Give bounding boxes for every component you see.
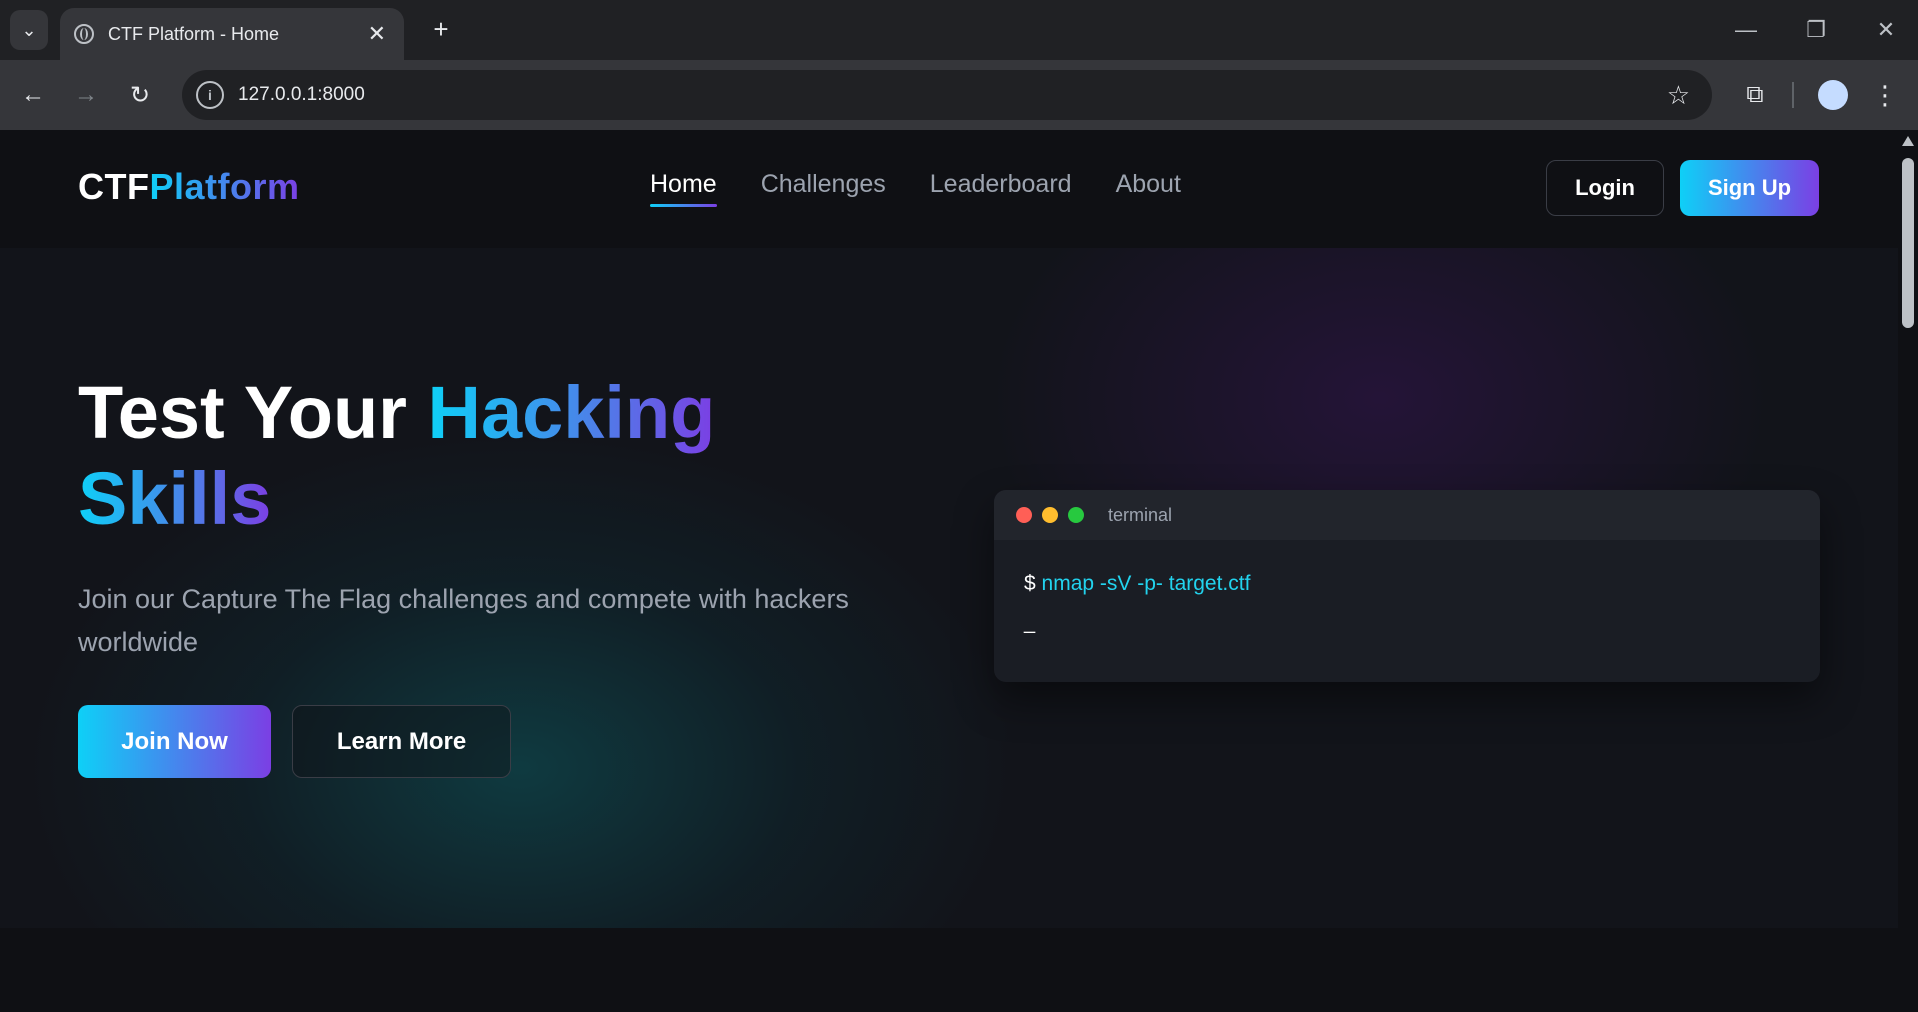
hero-title-hacking: Hacking [427, 371, 716, 454]
scroll-up-arrow-icon[interactable] [1902, 136, 1914, 146]
avatar[interactable] [1818, 80, 1848, 110]
terminal-title: terminal [1108, 504, 1173, 525]
login-button[interactable]: Login [1546, 160, 1664, 216]
tab-title: CTF Platform - Home [108, 23, 280, 44]
back-arrow-icon: ← [21, 81, 45, 108]
signup-button[interactable]: Sign Up [1680, 160, 1819, 216]
terminal-command-line: $ nmap -sV -p- target.ctf [1024, 572, 1790, 596]
reload-icon: ↻ [129, 81, 151, 109]
terminal-window: terminal $ nmap -sV -p- target.ctf _ [994, 490, 1820, 682]
chevron-down-icon: ⌄ [21, 19, 37, 40]
page: CTFPlatform Home Challenges Leaderboard … [0, 130, 1898, 1012]
terminal-maximize-dot [1068, 507, 1084, 523]
terminal-command: nmap -sV -p- target.ctf [1041, 572, 1251, 595]
address-bar[interactable]: i 127.0.0.1:8000 ☆ [182, 70, 1712, 120]
minimize-button[interactable]: — [1716, 8, 1776, 52]
terminal-body: $ nmap -sV -p- target.ctf _ [994, 540, 1820, 667]
hero-title-skills: Skills [78, 457, 272, 540]
restore-button[interactable]: ❐ [1786, 8, 1846, 52]
logo-accent-text: Platform [149, 166, 300, 207]
learn-more-button[interactable]: Learn More [292, 705, 511, 778]
join-now-button[interactable]: Join Now [78, 705, 271, 778]
info-icon[interactable]: i [196, 81, 224, 109]
kebab-menu-icon[interactable]: ⋮ [1870, 78, 1900, 112]
logo-main-text: CTF [78, 166, 150, 207]
forward-arrow-icon: → [74, 81, 98, 108]
hero-title: Test Your Hacking Skills [78, 370, 928, 542]
site-header: CTFPlatform Home Challenges Leaderboard … [0, 130, 1898, 248]
reload-button[interactable]: ↻ [122, 77, 158, 113]
terminal-prompt: $ [1024, 572, 1036, 595]
terminal-cursor: _ [1024, 612, 1036, 634]
nav-about[interactable]: About [1116, 170, 1181, 207]
browser-toolbar: ← → ↻ i 127.0.0.1:8000 ☆ ⧉ ⋮ [0, 60, 1918, 130]
url-text[interactable]: 127.0.0.1:8000 [238, 84, 1667, 106]
page-scrollbar[interactable] [1898, 130, 1918, 1012]
main-nav: Home Challenges Leaderboard About [650, 170, 1181, 207]
nav-home[interactable]: Home [650, 170, 717, 207]
browser-tab[interactable]: CTF Platform - Home ✕ [60, 8, 404, 60]
terminal-minimize-dot [1042, 507, 1058, 523]
page-viewport: CTFPlatform Home Challenges Leaderboard … [0, 130, 1918, 1012]
terminal-title-bar: terminal [994, 490, 1820, 540]
terminal-close-dot [1016, 507, 1032, 523]
globe-icon [74, 24, 94, 44]
scrollbar-thumb[interactable] [1902, 158, 1914, 328]
toolbar-divider [1792, 82, 1794, 108]
puzzle-icon[interactable]: ⧉ [1740, 80, 1770, 110]
close-window-button[interactable]: ✕ [1856, 8, 1916, 52]
tab-strip: ⌄ CTF Platform - Home ✕ + — ❐ ✕ [0, 0, 1918, 60]
star-icon[interactable]: ☆ [1667, 80, 1690, 111]
browser-chrome: ⌄ CTF Platform - Home ✕ + — ❐ ✕ ← → ↻ i … [0, 0, 1918, 130]
tab-search-button[interactable]: ⌄ [10, 10, 48, 50]
hero-title-plain: Test Your [78, 371, 428, 454]
new-tab-button[interactable]: + [426, 14, 456, 44]
site-logo[interactable]: CTFPlatform [78, 166, 300, 208]
hero-subtitle: Join our Capture The Flag challenges and… [78, 584, 849, 657]
tab-close-icon[interactable]: ✕ [368, 21, 386, 47]
nav-leaderboard[interactable]: Leaderboard [930, 170, 1072, 207]
nav-challenges[interactable]: Challenges [761, 170, 886, 207]
forward-button[interactable]: → [68, 77, 104, 113]
back-button[interactable]: ← [15, 77, 51, 113]
